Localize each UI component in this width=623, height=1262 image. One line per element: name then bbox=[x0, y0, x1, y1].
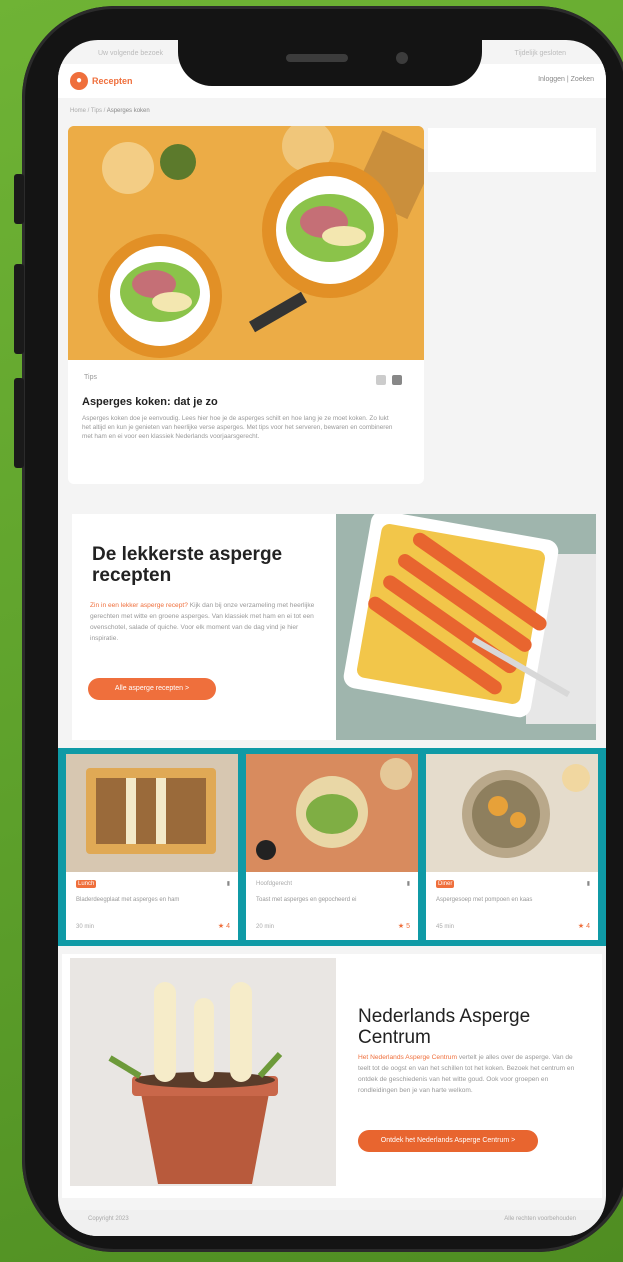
breadcrumb: Home / Tips / Asperges koken bbox=[70, 108, 150, 114]
center-body-link[interactable]: Het Nederlands Asperge Centrum bbox=[358, 1054, 457, 1061]
rating-icon: ★ 4 bbox=[577, 923, 590, 930]
center-body: Het Nederlands Asperge Centrum vertelt j… bbox=[358, 1052, 584, 1096]
all-recipes-button[interactable]: Alle asperge recepten > bbox=[88, 678, 216, 700]
recipe-card[interactable]: Diner ▮ Aspergesoep met pompoen en kaas … bbox=[426, 754, 598, 940]
footer-left: Copyright 2023 bbox=[88, 1216, 129, 1222]
article-body: Asperges koken doe je eenvoudig. Lees hi… bbox=[82, 415, 393, 440]
asparagus-center-section: Nederlands Asperge Centrum Het Nederland… bbox=[62, 954, 602, 1198]
footer: Copyright 2023 Alle rechten voorbehouden bbox=[58, 1210, 606, 1236]
recipe-title[interactable]: Aspergesoep met pompoen en kaas bbox=[436, 896, 586, 904]
bookmark-icon[interactable]: ▮ bbox=[407, 880, 410, 887]
phone-screen: Uw volgende bezoek Tijdelijk gesloten ● … bbox=[58, 40, 606, 1236]
recipe-image bbox=[66, 754, 238, 872]
recipe-image bbox=[426, 754, 598, 872]
silent-switch bbox=[14, 174, 24, 224]
recipe-card[interactable]: Hoofdgerecht ▮ Toast met asperges en gep… bbox=[246, 754, 418, 940]
center-title: Nederlands Asperge Centrum bbox=[358, 1006, 531, 1048]
recipe-time: 20 min bbox=[256, 924, 275, 930]
promo-section: De lekkerste asperge recepten Zin in een… bbox=[72, 514, 596, 740]
bookmark-icon[interactable]: ▮ bbox=[227, 880, 230, 887]
phone-notch bbox=[178, 40, 482, 86]
recipe-card[interactable]: Lunch ▮ Bladerdeegplaat met asperges en … bbox=[66, 754, 238, 940]
recipe-time: 45 min bbox=[436, 924, 455, 930]
status-right: Tijdelijk gesloten bbox=[514, 50, 567, 57]
promo-body-link[interactable]: Zin in een lekker asperge recept? bbox=[90, 602, 188, 609]
article-category: Tips bbox=[84, 374, 97, 381]
center-button[interactable]: Ontdek het Nederlands Asperge Centrum > bbox=[358, 1130, 538, 1152]
sidebar-box bbox=[428, 128, 596, 172]
volume-up-button[interactable] bbox=[14, 264, 24, 354]
bookmark-icon[interactable] bbox=[392, 375, 402, 385]
recipe-time: 30 min bbox=[76, 924, 95, 930]
breadcrumb-current: Asperges koken bbox=[106, 108, 150, 114]
recipe-image bbox=[246, 754, 418, 872]
promo-title: De lekkerste asperge recepten bbox=[92, 544, 283, 586]
logo-icon[interactable]: ● bbox=[70, 72, 88, 90]
bookmark-icon[interactable]: ▮ bbox=[587, 880, 590, 887]
recipe-tag: Diner bbox=[436, 880, 455, 888]
article-actions bbox=[370, 372, 402, 390]
rating-icon: ★ 5 bbox=[397, 923, 410, 930]
recipe-rating: 4 bbox=[586, 923, 590, 930]
volume-down-button[interactable] bbox=[14, 378, 24, 468]
recipe-title[interactable]: Toast met asperges en gepocheerd ei bbox=[256, 896, 406, 904]
breadcrumb-root[interactable]: Home / Tips / bbox=[70, 108, 107, 114]
recipe-tag: Hoofdgerecht bbox=[256, 881, 293, 887]
article-card[interactable]: Tips Asperges koken: dat je zo Asperges … bbox=[68, 126, 424, 484]
status-left: Uw volgende bezoek bbox=[98, 50, 163, 57]
article-image bbox=[68, 126, 424, 360]
header-links[interactable]: Inloggen | Zoeken bbox=[538, 76, 594, 83]
share-icon[interactable] bbox=[376, 375, 386, 385]
speaker-icon bbox=[286, 54, 348, 62]
logo-text[interactable]: Recepten bbox=[92, 76, 133, 86]
recipe-carousel: Lunch ▮ Bladerdeegplaat met asperges en … bbox=[58, 748, 606, 946]
promo-body: Zin in een lekker asperge recept? Kijk d… bbox=[90, 600, 326, 644]
recipe-rating: 4 bbox=[226, 923, 230, 930]
camera-icon bbox=[396, 52, 408, 64]
article-title[interactable]: Asperges koken: dat je zo bbox=[82, 396, 218, 408]
center-image bbox=[70, 958, 336, 1186]
recipe-title[interactable]: Bladerdeegplaat met asperges en ham bbox=[76, 896, 226, 904]
footer-right: Alle rechten voorbehouden bbox=[504, 1216, 576, 1222]
recipe-rating: 5 bbox=[406, 923, 410, 930]
promo-image bbox=[336, 514, 596, 740]
recipe-tag: Lunch bbox=[76, 880, 97, 888]
rating-icon: ★ 4 bbox=[217, 923, 230, 930]
